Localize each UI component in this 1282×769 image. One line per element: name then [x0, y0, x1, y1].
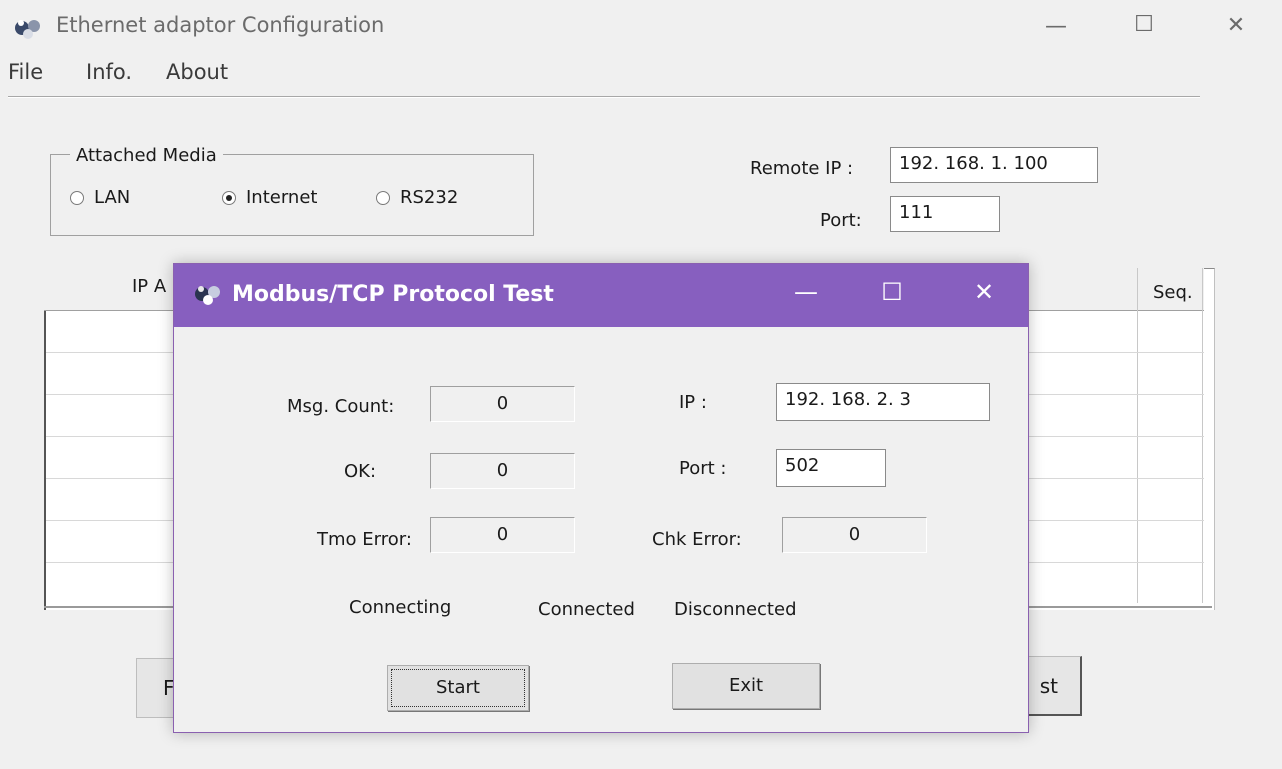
status-connecting: Connecting	[349, 597, 452, 618]
remote-ip-label: Remote IP :	[750, 158, 854, 179]
maximize-button[interactable]: ☐	[1124, 12, 1164, 37]
menu-info[interactable]: Info.	[86, 60, 132, 84]
remote-ip-input[interactable]: 192. 168. 1. 100	[890, 147, 1098, 183]
msg-count-label: Msg. Count:	[287, 396, 395, 417]
table-header-ip: IP A	[132, 276, 167, 297]
port-input[interactable]: 502	[776, 449, 886, 487]
ip-label: IP :	[679, 392, 707, 413]
radio-rs232-label: RS232	[400, 187, 459, 208]
dialog-close-button[interactable]: ✕	[964, 278, 1004, 306]
port-label: Port :	[679, 458, 727, 479]
table-header-seq: Seq.	[1153, 282, 1193, 303]
ok-label: OK:	[344, 461, 377, 482]
chk-error-value: 0	[782, 517, 927, 553]
ok-value: 0	[430, 453, 575, 489]
chk-error-label: Chk Error:	[652, 529, 742, 550]
radio-internet-label: Internet	[246, 187, 318, 208]
radio-lan-label: LAN	[94, 187, 131, 208]
radio-rs232[interactable]: RS232	[376, 187, 458, 208]
remote-port-input[interactable]: 111	[890, 196, 1000, 232]
dialog-title: Modbus/TCP Protocol Test	[232, 282, 554, 307]
minimize-button[interactable]: —	[1036, 14, 1076, 39]
start-button[interactable]: Start	[387, 665, 529, 711]
status-disconnected: Disconnected	[674, 599, 797, 620]
exit-button[interactable]: Exit	[672, 663, 820, 709]
radio-internet-indicator	[222, 190, 236, 205]
attached-media-label: Attached Media	[70, 145, 223, 166]
radio-lan-indicator	[70, 190, 84, 205]
close-button[interactable]: ✕	[1216, 13, 1256, 38]
tmo-error-value: 0	[430, 517, 575, 553]
app-icon	[12, 14, 44, 46]
radio-lan[interactable]: LAN	[70, 187, 130, 208]
menu-about[interactable]: About	[166, 60, 228, 84]
modbus-dialog: Modbus/TCP Protocol Test — ☐ ✕ Msg. Coun…	[173, 263, 1029, 733]
menu-divider	[8, 96, 1200, 98]
dialog-app-icon	[192, 280, 224, 312]
dialog-maximize-button[interactable]: ☐	[872, 278, 912, 306]
tmo-error-label: Tmo Error:	[317, 529, 412, 550]
radio-rs232-indicator	[376, 190, 390, 205]
menu-file[interactable]: File	[8, 60, 43, 84]
remote-port-label: Port:	[820, 210, 862, 231]
ip-input[interactable]: 192. 168. 2. 3	[776, 383, 990, 421]
radio-internet[interactable]: Internet	[222, 187, 317, 208]
dialog-minimize-button[interactable]: —	[786, 278, 826, 306]
msg-count-value: 0	[430, 386, 575, 422]
window-title: Ethernet adaptor Configuration	[56, 13, 385, 37]
status-connected: Connected	[538, 599, 635, 620]
